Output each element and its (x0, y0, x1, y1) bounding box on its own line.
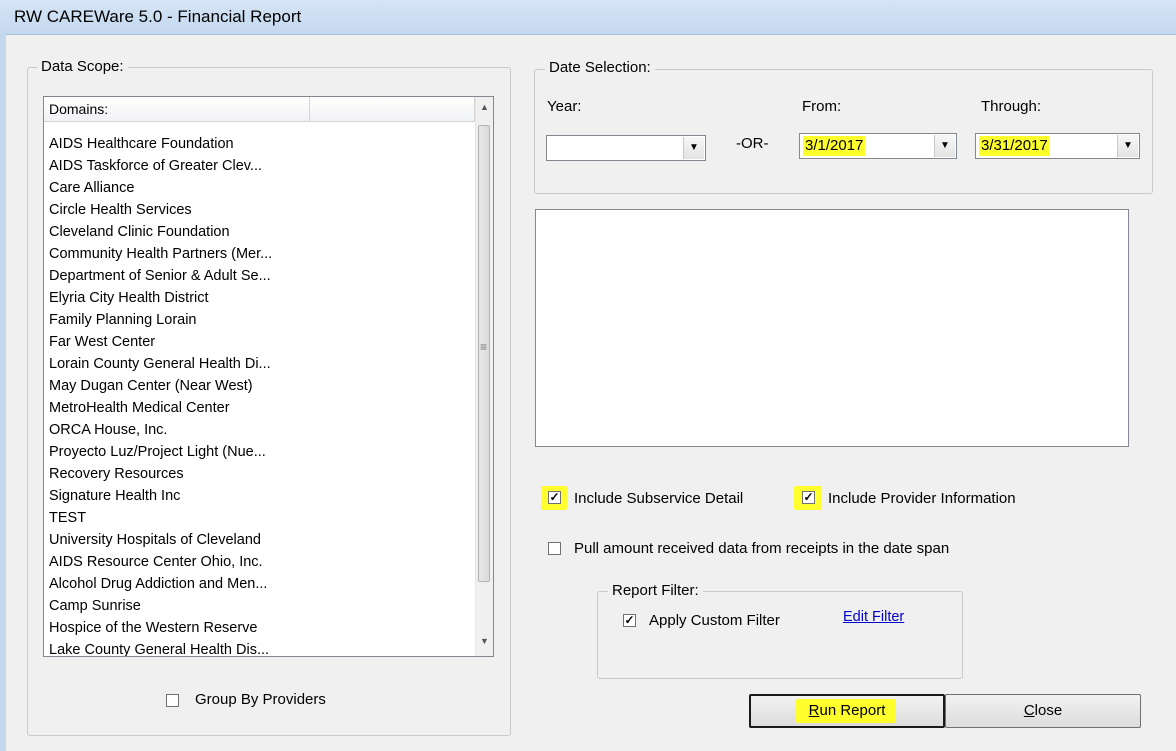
close-mnemonic: C (1023, 702, 1035, 719)
through-date-dropdown[interactable]: 3/31/2017 ▼ (975, 133, 1140, 159)
list-item[interactable]: Recovery Resources (49, 463, 479, 485)
list-item[interactable]: AIDS Taskforce of Greater Clev... (49, 155, 479, 177)
list-item[interactable]: Alcohol Drug Addiction and Men... (49, 573, 479, 595)
year-label: Year: (547, 98, 582, 115)
include-subservice-checkbox[interactable]: ✓ (548, 491, 561, 504)
list-item[interactable]: Elyria City Health District (49, 287, 479, 309)
apply-custom-filter-label: Apply Custom Filter (649, 612, 780, 629)
run-report-mnemonic: R (808, 702, 820, 719)
list-item[interactable]: Lorain County General Health Di... (49, 353, 479, 375)
list-item[interactable]: University Hospitals of Cleveland (49, 529, 479, 551)
window-frame (0, 34, 6, 751)
domains-listbox[interactable]: Domains: AIDS Healthcare Foundation AIDS … (43, 96, 494, 657)
through-date-value: 3/31/2017 (979, 136, 1050, 156)
run-report-label: un Report (819, 702, 886, 719)
list-item[interactable]: Family Planning Lorain (49, 309, 479, 331)
checkmark-icon: ✓ (549, 490, 560, 504)
from-date-value: 3/1/2017 (803, 136, 866, 156)
second-column-header[interactable] (310, 97, 475, 122)
pull-amount-checkbox[interactable] (548, 542, 561, 555)
list-item[interactable]: Camp Sunrise (49, 595, 479, 617)
checkmark-icon: ✓ (624, 613, 635, 627)
list-item[interactable]: Signature Health Inc (49, 485, 479, 507)
list-item[interactable]: Cleveland Clinic Foundation (49, 221, 479, 243)
include-provider-checkbox[interactable]: ✓ (802, 491, 815, 504)
list-item[interactable]: Community Health Partners (Mer... (49, 243, 479, 265)
data-scope-legend: Data Scope: (37, 58, 128, 75)
close-button[interactable]: Close (945, 694, 1141, 728)
domains-list: AIDS Healthcare Foundation AIDS Taskforce… (49, 133, 479, 656)
list-item[interactable]: Lake County General Health Dis... (49, 639, 479, 656)
window-title: RW CAREWare 5.0 - Financial Report (14, 7, 302, 26)
list-item[interactable]: MetroHealth Medical Center (49, 397, 479, 419)
group-by-providers-label: Group By Providers (195, 691, 326, 708)
chevron-down-icon[interactable]: ▼ (1117, 135, 1138, 157)
year-dropdown[interactable]: ▼ (546, 135, 706, 161)
scroll-down-icon[interactable]: ▼ (476, 633, 493, 650)
edit-filter-link[interactable]: Edit Filter (843, 609, 904, 625)
chevron-down-icon[interactable]: ▼ (683, 137, 704, 159)
include-subservice-label: Include Subservice Detail (574, 490, 744, 507)
list-item[interactable]: TEST (49, 507, 479, 529)
output-panel (535, 209, 1129, 447)
list-item[interactable]: Department of Senior & Adult Se... (49, 265, 479, 287)
date-selection-legend: Date Selection: (545, 59, 655, 76)
grip-icon: ≡ (480, 340, 488, 354)
domains-column-header[interactable]: Domains: (44, 97, 310, 122)
pull-amount-label: Pull amount received data from receipts … (574, 540, 950, 557)
or-label: -OR- (736, 135, 769, 152)
title-bar[interactable]: RW CAREWare 5.0 - Financial Report (0, 0, 1176, 35)
run-report-button[interactable]: Run Report (749, 694, 945, 728)
list-item[interactable]: AIDS Healthcare Foundation (49, 133, 479, 155)
list-item[interactable]: Circle Health Services (49, 199, 479, 221)
report-filter-group (597, 591, 963, 679)
group-by-providers-checkbox[interactable] (166, 694, 179, 707)
close-label: lose (1034, 702, 1063, 719)
scroll-up-icon[interactable]: ▲ (476, 99, 493, 116)
checkmark-icon: ✓ (803, 490, 814, 504)
list-item[interactable]: Far West Center (49, 331, 479, 353)
apply-custom-filter-checkbox[interactable]: ✓ (623, 614, 636, 627)
through-label: Through: (981, 98, 1042, 115)
domains-scrollbar[interactable]: ▲ ≡ ▼ (475, 97, 493, 656)
list-item[interactable]: May Dugan Center (Near West) (49, 375, 479, 397)
chevron-down-icon[interactable]: ▼ (934, 135, 955, 157)
scrollbar-thumb[interactable]: ≡ (478, 125, 490, 582)
from-label: From: (802, 98, 842, 115)
report-filter-legend: Report Filter: (608, 582, 703, 599)
date-selection-group (534, 69, 1153, 194)
list-item[interactable]: Care Alliance (49, 177, 479, 199)
domains-column-label: Domains: (49, 101, 109, 117)
list-item[interactable]: AIDS Resource Center Ohio, Inc. (49, 551, 479, 573)
list-item[interactable]: Proyecto Luz/Project Light (Nue... (49, 441, 479, 463)
from-date-dropdown[interactable]: 3/1/2017 ▼ (799, 133, 957, 159)
list-item[interactable]: Hospice of the Western Reserve (49, 617, 479, 639)
include-provider-label: Include Provider Information (828, 490, 1016, 507)
list-item[interactable]: ORCA House, Inc. (49, 419, 479, 441)
financial-report-window: RW CAREWare 5.0 - Financial Report Data … (0, 0, 1176, 751)
